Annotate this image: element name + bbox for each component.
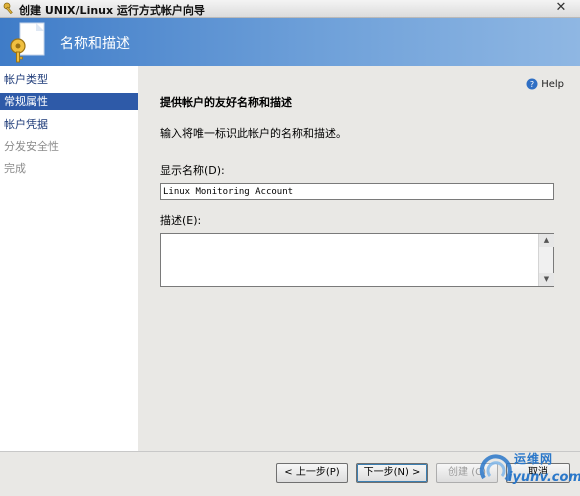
wizard-content: ? Help 提供帐户的友好名称和描述 输入将唯一标识此帐户的名称和描述。 显示…	[138, 66, 580, 451]
description-field: ▲ ▼	[160, 233, 554, 287]
description-textarea[interactable]	[161, 234, 538, 286]
previous-button[interactable]: < 上一步(P)	[276, 463, 348, 483]
display-name-label: 显示名称(D):	[160, 164, 225, 177]
description-scrollbar[interactable]: ▲ ▼	[538, 234, 554, 286]
key-app-icon	[3, 2, 13, 15]
svg-text:?: ?	[530, 80, 534, 89]
help-label[interactable]: Help	[541, 79, 564, 90]
instruction-text: 输入将唯一标识此帐户的名称和描述。	[160, 127, 347, 140]
step-account-credentials[interactable]: 帐户凭据	[0, 116, 138, 133]
site-watermark: 运维网 iyunv.com	[476, 446, 580, 494]
help-link[interactable]: ? Help	[526, 78, 564, 90]
help-icon: ?	[526, 78, 538, 90]
window-title: 创建 UNIX/Linux 运行方式帐户向导	[19, 4, 205, 17]
watermark-url: iyunv.com	[508, 470, 580, 485]
step-account-type[interactable]: 帐户类型	[0, 71, 138, 88]
page-heading: 提供帐户的友好名称和描述	[160, 96, 292, 109]
step-distribution-security: 分发安全性	[4, 140, 59, 153]
next-button[interactable]: 下一步(N) >	[356, 463, 428, 483]
description-label: 描述(E):	[160, 214, 202, 227]
window-titlebar: 创建 UNIX/Linux 运行方式帐户向导 ✕	[0, 0, 580, 18]
wizard-banner: 名称和描述	[0, 18, 580, 66]
close-icon[interactable]: ✕	[550, 0, 572, 16]
step-general-properties[interactable]: 常规属性	[0, 93, 138, 110]
account-key-icon	[10, 22, 45, 63]
wizard-steps-sidebar: 帐户类型 常规属性 帐户凭据 分发安全性 完成	[0, 66, 138, 451]
banner-heading: 名称和描述	[60, 36, 130, 52]
step-completion: 完成	[4, 162, 26, 175]
display-name-input[interactable]	[160, 183, 554, 200]
scroll-down-icon[interactable]: ▼	[539, 273, 554, 286]
scroll-up-icon[interactable]: ▲	[539, 234, 554, 247]
watermark-cn-text: 运维网	[514, 452, 554, 466]
